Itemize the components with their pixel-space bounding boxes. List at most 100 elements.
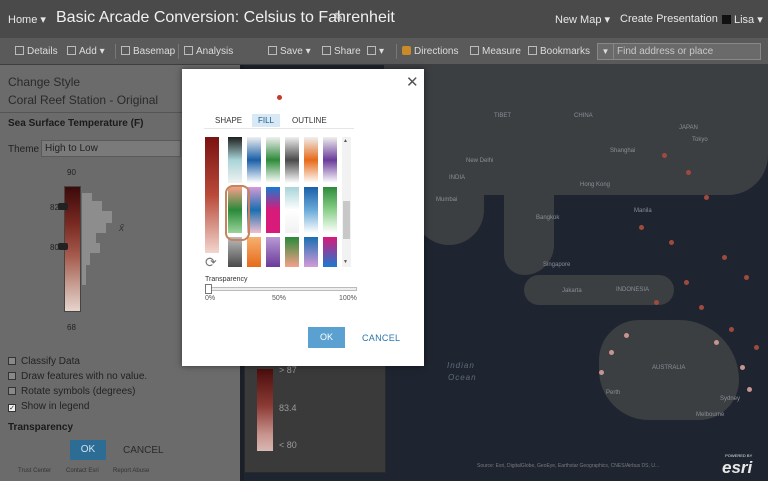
basemap-icon xyxy=(121,46,130,55)
coral-station-point[interactable] xyxy=(639,225,644,230)
tab-shape[interactable]: SHAPE xyxy=(209,114,248,127)
color-ramp-swatch[interactable] xyxy=(304,137,318,183)
checkbox-label: Draw features with no value. xyxy=(21,371,148,382)
coral-station-point[interactable] xyxy=(599,370,604,375)
coral-station-point[interactable] xyxy=(754,345,759,350)
measure-icon xyxy=(470,46,479,55)
tab-fill[interactable]: FILL xyxy=(252,114,281,127)
color-ramp-swatch[interactable] xyxy=(228,237,242,267)
checkbox-box[interactable] xyxy=(8,357,16,365)
symbol-preview xyxy=(277,95,282,100)
coral-station-point[interactable] xyxy=(729,327,734,332)
coral-station-point[interactable] xyxy=(714,340,719,345)
directions-button[interactable]: Directions xyxy=(402,46,458,57)
details-label: Details xyxy=(27,46,58,57)
transparency-slider-handle[interactable] xyxy=(205,284,212,294)
coral-station-point[interactable] xyxy=(654,300,659,305)
coral-station-point[interactable] xyxy=(704,195,709,200)
color-ramp-swatch[interactable] xyxy=(285,187,299,233)
create-presentation-link[interactable]: Create Presentation xyxy=(620,13,718,25)
bookmarks-button[interactable]: Bookmarks xyxy=(528,46,590,57)
print-button[interactable]: ▾ xyxy=(367,46,384,57)
add-button[interactable]: Add ▾ xyxy=(67,46,105,57)
esri-wordmark: esri xyxy=(722,458,753,477)
classify-data-checkbox[interactable]: Classify Data xyxy=(8,356,80,367)
slider-tick-100: 100% xyxy=(339,295,357,302)
new-map-menu[interactable]: New Map ▾ xyxy=(555,13,610,26)
histogram-min: 68 xyxy=(67,323,76,332)
flip-ramp-icon[interactable]: ⟳ xyxy=(205,254,217,271)
analysis-button[interactable]: Analysis xyxy=(184,46,233,57)
coral-station-point[interactable] xyxy=(624,333,629,338)
tab-outline[interactable]: OUTLINE xyxy=(286,114,333,127)
color-ramp-swatch[interactable] xyxy=(304,237,318,267)
coral-station-point[interactable] xyxy=(684,280,689,285)
color-ramp-swatch[interactable] xyxy=(266,137,280,183)
color-ramp-swatch[interactable] xyxy=(323,237,337,267)
color-ramp-swatch[interactable] xyxy=(266,187,280,233)
color-ramp-swatch[interactable] xyxy=(285,237,299,267)
search-input[interactable] xyxy=(617,45,759,58)
close-icon[interactable]: ✕ xyxy=(406,73,419,91)
checkbox-label: Rotate symbols (degrees) xyxy=(21,386,136,397)
dialog-ok-button[interactable]: OK xyxy=(308,327,345,348)
share-button[interactable]: Share xyxy=(322,46,361,57)
save-button[interactable]: Save ▾ xyxy=(268,46,311,57)
coral-station-point[interactable] xyxy=(662,153,667,158)
user-menu[interactable]: Lisa ▾ xyxy=(722,13,763,26)
histogram-bar xyxy=(82,201,102,211)
no-value-checkbox[interactable]: Draw features with no value. xyxy=(8,371,147,382)
bookmarks-label: Bookmarks xyxy=(540,46,591,57)
color-ramp-swatch[interactable] xyxy=(323,187,337,233)
theme-select[interactable]: High to Low xyxy=(41,140,181,157)
upper-slider-handle[interactable] xyxy=(58,203,68,210)
dialog-cancel-button[interactable]: CANCEL xyxy=(362,333,400,343)
edit-pencil-icon[interactable]: ✎ xyxy=(333,10,344,26)
legend-panel: > 87 83.4 < 80 xyxy=(244,355,386,473)
panel-ok-button[interactable]: OK xyxy=(70,440,106,460)
search-scope-chevron-down-icon[interactable]: ▼ xyxy=(598,44,614,59)
transparency-slider[interactable] xyxy=(205,284,357,294)
measure-button[interactable]: Measure xyxy=(470,46,521,57)
contact-esri-link[interactable]: Contact Esri xyxy=(66,468,99,474)
rotate-symbols-checkbox[interactable]: Rotate symbols (degrees) xyxy=(8,386,136,397)
color-ramp-swatch[interactable] xyxy=(247,237,261,267)
coral-station-point[interactable] xyxy=(669,240,674,245)
directions-label: Directions xyxy=(414,46,459,57)
search-box: ▼ xyxy=(597,43,761,60)
checkbox-box[interactable] xyxy=(8,387,16,395)
basemap-button[interactable]: Basemap xyxy=(121,46,175,57)
color-ramp-swatch[interactable] xyxy=(228,137,242,183)
ramp-scrollbar[interactable]: ▲ ▼ xyxy=(342,137,351,267)
coral-station-point[interactable] xyxy=(722,255,727,260)
color-ramp-swatch[interactable] xyxy=(266,237,280,267)
scroll-thumb[interactable] xyxy=(343,201,350,239)
color-ramp-swatch[interactable] xyxy=(247,137,261,183)
map-label: Mumbai xyxy=(436,197,458,203)
checkbox-box-checked[interactable]: ✓ xyxy=(8,404,16,412)
color-ramp-swatch[interactable] xyxy=(323,137,337,183)
coral-station-point[interactable] xyxy=(740,365,745,370)
map-label: CHINA xyxy=(574,113,593,119)
map-label: Perth xyxy=(606,390,621,396)
panel-cancel-button[interactable]: CANCEL xyxy=(123,445,164,456)
coral-station-point[interactable] xyxy=(747,387,752,392)
lower-slider-handle[interactable] xyxy=(58,243,68,250)
coral-station-point[interactable] xyxy=(609,350,614,355)
coral-station-point[interactable] xyxy=(744,275,749,280)
checkbox-box[interactable] xyxy=(8,372,16,380)
home-menu[interactable]: Home ▾ xyxy=(8,13,46,26)
details-button[interactable]: Details xyxy=(15,46,58,57)
color-ramp-swatch[interactable] xyxy=(304,187,318,233)
scroll-up-icon[interactable]: ▲ xyxy=(343,138,348,144)
color-ramp-swatch[interactable] xyxy=(285,137,299,183)
theme-label: Theme xyxy=(8,144,40,155)
coral-station-point[interactable] xyxy=(686,170,691,175)
show-in-legend-checkbox[interactable]: ✓ Show in legend xyxy=(8,401,89,412)
histogram-bar xyxy=(82,265,86,285)
coral-station-point[interactable] xyxy=(699,305,704,310)
trust-center-link[interactable]: Trust Center xyxy=(18,468,51,474)
report-abuse-link[interactable]: Report Abuse xyxy=(113,468,149,474)
scroll-down-icon[interactable]: ▼ xyxy=(343,259,348,265)
map-label: Melbourne xyxy=(696,412,725,418)
